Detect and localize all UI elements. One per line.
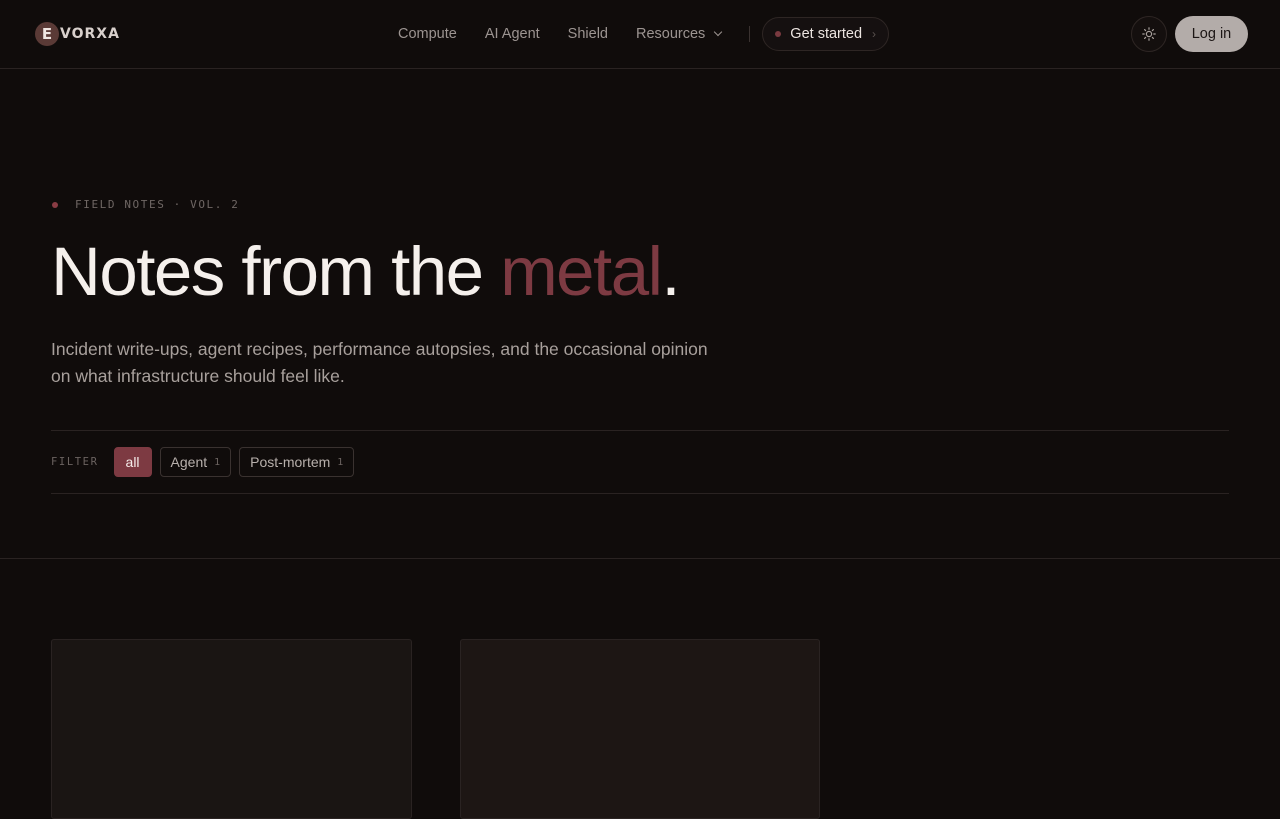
- nav-ai-agent[interactable]: AI Agent: [485, 26, 540, 42]
- filter-label: FILTER: [51, 456, 99, 468]
- page-title: Notes from the metal.: [51, 232, 681, 312]
- section-divider: [0, 558, 1280, 559]
- logo-mark: E: [35, 22, 59, 46]
- filter-chip-label: Post-mortem: [250, 454, 331, 470]
- chevron-down-icon: [714, 27, 723, 37]
- get-started-button[interactable]: Get started ›: [762, 17, 890, 51]
- filter-chip-count: 1: [214, 456, 221, 468]
- eyebrow-text: FIELD NOTES · VOL. 2: [75, 198, 240, 211]
- hero-description: Incident write-ups, agent recipes, perfo…: [51, 339, 708, 386]
- main-nav: Compute AI Agent Shield Resources Get st…: [384, 17, 890, 51]
- eyebrow-dot-icon: [52, 201, 58, 208]
- sun-icon: [1142, 27, 1156, 41]
- nav-divider: [749, 26, 751, 42]
- nav-resources[interactable]: Resources: [635, 26, 723, 42]
- theme-toggle-button[interactable]: [1131, 16, 1167, 52]
- nav-shield[interactable]: Shield: [568, 26, 608, 42]
- filter-chip-label: Agent: [170, 454, 208, 470]
- site-header: E VORXA Compute AI Agent Shield Resource…: [0, 0, 1280, 69]
- filter-chip-all[interactable]: all: [113, 447, 152, 477]
- filter-chip-count: 1: [337, 456, 344, 468]
- logo-text: VORXA: [60, 26, 120, 42]
- title-accent: metal: [500, 233, 663, 310]
- chevron-right-icon: ›: [872, 27, 877, 41]
- get-started-label: Get started: [790, 26, 863, 42]
- nav-resources-label: Resources: [635, 26, 706, 42]
- status-dot-icon: [775, 31, 782, 37]
- nav-compute[interactable]: Compute: [398, 26, 457, 42]
- filter-chip-post-mortem[interactable]: Post-mortem 1: [239, 447, 355, 477]
- post-card[interactable]: [460, 639, 820, 819]
- title-period: .: [661, 233, 680, 310]
- title-main: Notes from the: [51, 233, 501, 310]
- logo[interactable]: E VORXA: [35, 22, 120, 46]
- filter-bar: FILTER all Agent 1 Post-mortem 1: [51, 430, 1229, 494]
- eyebrow: FIELD NOTES · VOL. 2: [52, 198, 239, 211]
- filter-chip-label: all: [125, 454, 140, 470]
- login-button[interactable]: Log in: [1175, 16, 1248, 52]
- post-card[interactable]: [51, 639, 412, 819]
- filter-chip-agent[interactable]: Agent 1: [159, 447, 232, 477]
